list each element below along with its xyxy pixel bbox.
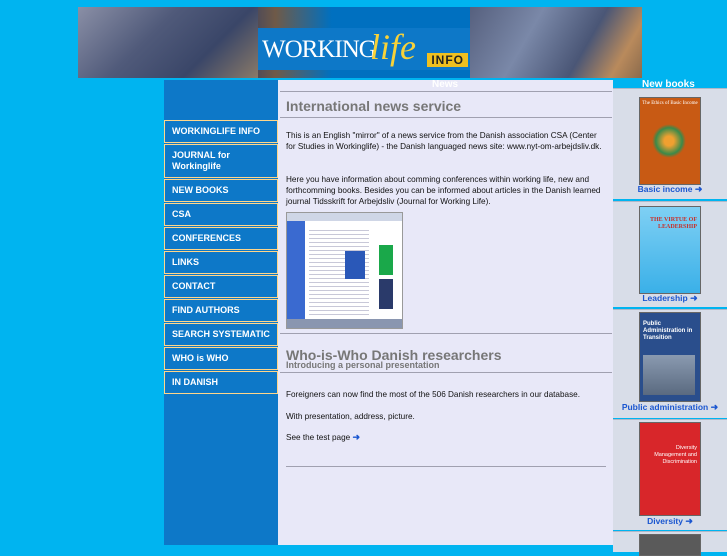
book-link-diversity[interactable]: Diversity ➜ xyxy=(613,516,727,527)
cover-ornament xyxy=(652,124,686,158)
divider xyxy=(280,333,612,334)
book-box: Diversity Management and Discrimination … xyxy=(613,419,727,530)
arrow-right-icon: ➜ xyxy=(710,402,719,412)
who-text-2: With presentation, address, picture. xyxy=(286,412,415,421)
book-box: The Ethics of Basic Income Basic income … xyxy=(613,88,727,199)
thumb-block-blue xyxy=(345,251,365,279)
who-test-link-row: See the test page ➜ xyxy=(286,432,486,443)
menu-item-new-books[interactable]: NEW BOOKS xyxy=(164,179,278,202)
who-subtitle: Introducing a personal presentation xyxy=(286,360,440,370)
book-link-leadership[interactable]: Leadership ➜ xyxy=(613,293,727,304)
site-logo[interactable]: WORKING life INFO xyxy=(258,27,470,70)
menu-item-workinglife-info[interactable]: WORKINGLIFE INFO xyxy=(164,120,278,143)
arrow-right-icon: ➜ xyxy=(690,293,698,303)
divider xyxy=(280,372,612,373)
logo-text-working: WORKING xyxy=(262,36,377,63)
who-text: Foreigners can now find the most of the … xyxy=(286,390,581,399)
book-box: Public Administration in Transition Publ… xyxy=(613,309,727,418)
divider xyxy=(280,91,612,92)
test-page-link[interactable]: See the test page xyxy=(286,433,350,442)
menu-item-find-authors[interactable]: FIND AUTHORS xyxy=(164,299,278,322)
logo-text-info: INFO xyxy=(427,53,468,67)
header-banner: WORKING life INFO xyxy=(78,7,642,78)
cover-title: The Ethics of Basic Income xyxy=(642,101,698,106)
menu-item-search-systematic[interactable]: SEARCH SYSTEMATIC xyxy=(164,323,278,346)
main-menu: WORKINGLIFE INFO JOURNAL for Workinglife… xyxy=(164,120,278,395)
cover-title: Diversity Management and Discrimination xyxy=(654,445,697,465)
logo-text-life: life xyxy=(370,27,416,67)
arrow-right-icon: ➜ xyxy=(694,184,703,194)
news-intro-text: This is an English "mirror" of a news se… xyxy=(286,131,602,151)
book-cover-partial[interactable] xyxy=(639,534,701,556)
cover-title: THE VIRTUE OF LEADERSHIP xyxy=(649,217,697,230)
news-info-text: Here you have information about comming … xyxy=(286,175,601,206)
banner-photo-workshop xyxy=(78,7,258,78)
arrow-right-icon: ➜ xyxy=(685,516,693,526)
thumb-taskbar xyxy=(287,319,402,328)
book-cover-diversity[interactable]: Diversity Management and Discrimination xyxy=(639,422,701,516)
book-link-basic-income[interactable]: Basic income ➜ xyxy=(613,184,727,195)
arrow-right-icon: ➜ xyxy=(352,432,361,442)
cover-photo xyxy=(643,355,695,395)
menu-item-in-danish[interactable]: IN DANISH xyxy=(164,371,278,394)
book-cover-leadership[interactable]: THE VIRTUE OF LEADERSHIP xyxy=(639,206,701,294)
news-label: News xyxy=(432,79,459,90)
menu-item-links[interactable]: LINKS xyxy=(164,251,278,274)
thumb-header xyxy=(287,213,402,221)
cover-title: Public Administration in Transition xyxy=(643,321,693,341)
menu-item-csa[interactable]: CSA xyxy=(164,203,278,226)
book-cover-public-administration[interactable]: Public Administration in Transition xyxy=(639,312,701,402)
book-cover-basic-income[interactable]: The Ethics of Basic Income xyxy=(639,97,701,185)
menu-item-who-is-who[interactable]: WHO is WHO xyxy=(164,347,278,370)
divider xyxy=(286,466,606,467)
book-box: THE VIRTUE OF LEADERSHIP Leadership ➜ xyxy=(613,201,727,307)
book-box xyxy=(613,531,727,556)
menu-item-contact[interactable]: CONTACT xyxy=(164,275,278,298)
banner-photo-workers xyxy=(470,7,642,78)
thumb-block-green xyxy=(379,245,393,275)
thumb-block-dark xyxy=(379,279,393,309)
divider xyxy=(280,117,612,118)
menu-item-journal[interactable]: JOURNAL for Workinglife xyxy=(164,144,278,178)
book-link-public-administration[interactable]: Public administration ➜ xyxy=(613,402,727,413)
thumb-nav xyxy=(287,221,305,321)
new-books-sidebar: The Ethics of Basic Income Basic income … xyxy=(613,88,727,556)
news-site-screenshot-thumbnail[interactable] xyxy=(286,212,403,329)
menu-item-conferences[interactable]: CONFERENCES xyxy=(164,227,278,250)
news-title: International news service xyxy=(286,98,462,114)
